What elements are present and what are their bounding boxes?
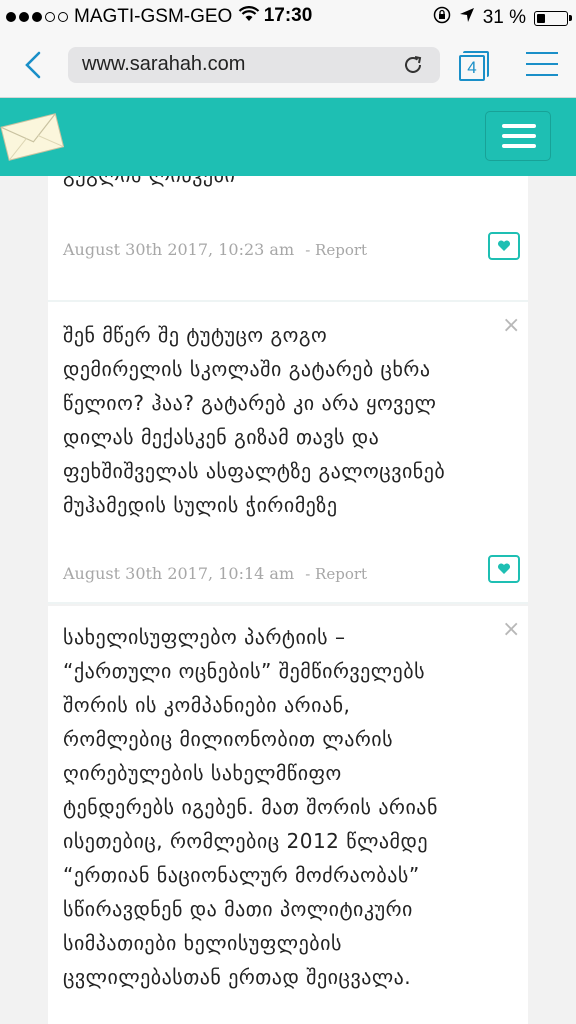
message-card: გუგლის ლინკები August 30th 2017, 10:23 a…: [48, 176, 528, 302]
heart-icon: [497, 563, 511, 574]
status-bar: MAGTI-GSM-GEO 17:30 31 %: [0, 0, 576, 34]
location-arrow-icon: [459, 7, 475, 29]
messages-list[interactable]: გუგლის ლინკები August 30th 2017, 10:23 a…: [0, 176, 576, 1024]
status-icons: 31 %: [433, 6, 572, 30]
message-date: August 30th 2017, 10:14 am: [63, 564, 295, 583]
address-bar[interactable]: www.sarahah.com: [68, 47, 440, 83]
close-icon[interactable]: ×: [502, 315, 520, 337]
reload-icon[interactable]: [402, 54, 424, 76]
envelope-logo[interactable]: [0, 110, 65, 162]
message-meta: August 30th 2017, 10:14 am - Report: [63, 564, 367, 583]
message-card: × შენ მწერ შე ტუტუცო გოგო დემირელის სკოლ…: [48, 302, 528, 604]
heart-icon: [497, 240, 511, 251]
message-card: × სახელისუფლებო პარტიის – “ქართული ოცნებ…: [48, 606, 528, 1024]
menu-icon[interactable]: [526, 52, 558, 78]
message-text: სახელისუფლებო პარტიის – “ქართული ოცნების…: [63, 625, 438, 989]
favorite-button[interactable]: [488, 555, 520, 583]
report-link[interactable]: - Report: [305, 565, 367, 583]
battery-level: [537, 13, 545, 23]
message-text: გუგლის ლინკები: [63, 176, 488, 192]
hamburger-icon[interactable]: [485, 111, 551, 161]
url-text: www.sarahah.com: [82, 53, 246, 75]
back-chevron-icon[interactable]: [18, 48, 52, 82]
site-header: [0, 98, 576, 176]
tabs-icon[interactable]: 4: [458, 50, 490, 82]
browser-toolbar: www.sarahah.com 4: [0, 34, 576, 98]
message-text: შენ მწერ შე ტუტუცო გოგო დემირელის სკოლაშ…: [63, 323, 446, 517]
tab-count: 4: [459, 55, 485, 81]
battery-icon: [534, 10, 572, 26]
message-meta: August 30th 2017, 10:23 am - Report: [63, 240, 367, 259]
favorite-button[interactable]: [488, 232, 520, 260]
battery-percent: 31 %: [482, 7, 526, 28]
report-link[interactable]: - Report: [305, 241, 367, 259]
orientation-lock-icon: [433, 6, 451, 30]
close-icon[interactable]: ×: [502, 619, 520, 641]
message-date: August 30th 2017, 10:23 am: [63, 240, 295, 259]
